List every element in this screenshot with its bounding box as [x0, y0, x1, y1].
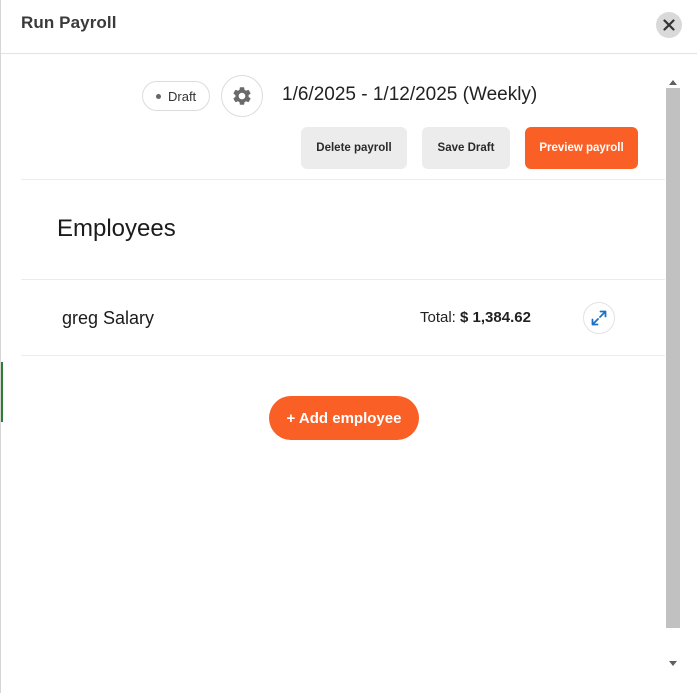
modal-title: Run Payroll — [21, 13, 117, 32]
divider — [21, 179, 665, 180]
employee-total: Total: $ 1,384.62 — [420, 309, 531, 326]
employees-heading: Employees — [57, 215, 176, 242]
left-accent-bar — [1, 362, 3, 422]
modal-content: Draft 1/6/2025 - 1/12/2025 (Weekly) Dele… — [21, 55, 665, 693]
expand-employee-button[interactable] — [583, 302, 615, 334]
status-label: Draft — [168, 88, 197, 104]
modal-header: Run Payroll — [1, 0, 697, 54]
save-draft-button[interactable]: Save Draft — [422, 127, 510, 169]
scroll-up-icon[interactable] — [666, 76, 680, 88]
gear-icon — [233, 87, 251, 105]
run-payroll-modal: Run Payroll Draft 1/6/2025 - 1/12/2025 (… — [0, 0, 697, 693]
scroll-thumb[interactable] — [666, 88, 680, 628]
pay-period-range: 1/6/2025 - 1/12/2025 (Weekly) — [282, 84, 538, 105]
status-dot-icon — [156, 93, 161, 99]
close-icon — [663, 19, 675, 31]
preview-payroll-button[interactable]: Preview payroll — [525, 127, 638, 169]
add-employee-button[interactable]: + Add employee — [269, 396, 419, 440]
scrollbar[interactable] — [666, 74, 680, 674]
employee-name: greg Salary — [62, 308, 155, 328]
settings-button[interactable] — [221, 75, 263, 117]
close-button[interactable] — [656, 12, 682, 38]
expand-icon — [591, 310, 607, 326]
divider — [21, 279, 665, 280]
status-badge: Draft — [142, 81, 211, 111]
total-value: $ 1,384.62 — [460, 309, 531, 326]
divider — [21, 355, 665, 356]
scroll-down-icon[interactable] — [666, 658, 680, 670]
delete-payroll-button[interactable]: Delete payroll — [301, 127, 407, 169]
total-label: Total: — [420, 309, 456, 326]
